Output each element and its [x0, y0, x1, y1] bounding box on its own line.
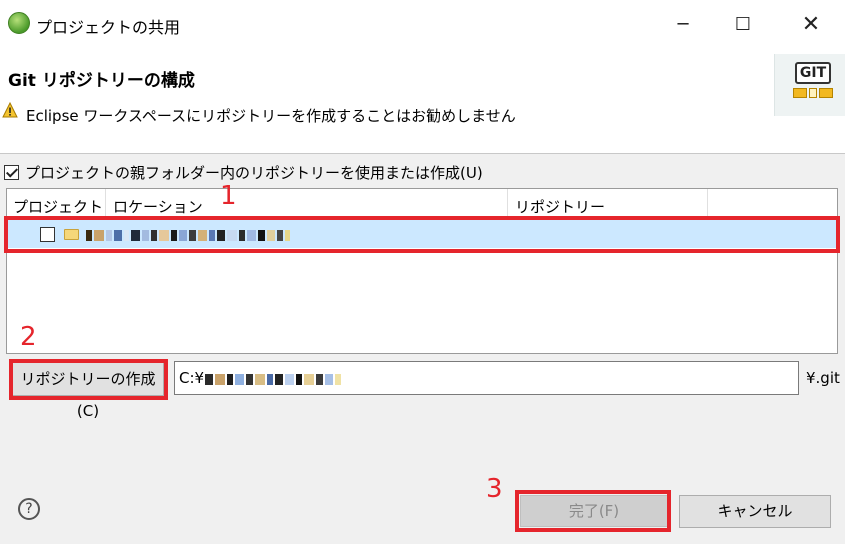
annotation-number-3: 3: [486, 474, 503, 504]
warning-icon: [2, 102, 18, 118]
git-logo-text: GIT: [795, 62, 831, 84]
table-header: プロジェクト ロケーション リポジトリー: [7, 189, 837, 217]
eclipse-icon: [8, 12, 30, 34]
title-bar: プロジェクトの共用 ─ ☐ ✕: [0, 0, 845, 50]
close-button[interactable]: ✕: [796, 10, 826, 40]
annotation-number-2: 2: [20, 322, 37, 352]
use-parent-folder-checkbox[interactable]: プロジェクトの親フォルダー内のリポジトリーを使用または作成(U): [4, 162, 483, 182]
git-suffix-label: ¥.git: [806, 369, 840, 387]
cancel-button[interactable]: キャンセル: [679, 495, 831, 528]
warning-message: Eclipse ワークスペースにリポジトリーを作成することはお勧めしません: [26, 107, 516, 125]
window-title: プロジェクトの共用: [36, 18, 181, 37]
column-header-repository[interactable]: リポジトリー: [515, 196, 605, 217]
column-header-location[interactable]: ロケーション: [113, 196, 203, 217]
highlight-box-table-row: [4, 216, 840, 253]
checkbox-label: プロジェクトの親フォルダー内のリポジトリーを使用または作成(U): [25, 163, 483, 182]
highlight-box-create-button: [9, 359, 168, 400]
help-icon[interactable]: ?: [18, 498, 40, 520]
minimize-button[interactable]: ─: [668, 10, 698, 40]
redacted-repository-path: [205, 374, 341, 385]
wizard-banner: Git リポジトリーの構成 Eclipse ワークスペースにリポジトリーを作成す…: [0, 50, 845, 154]
project-table[interactable]: プロジェクト ロケーション リポジトリー: [6, 188, 838, 354]
git-logo-icon: GIT: [774, 54, 845, 116]
page-title: Git リポジトリーの構成: [8, 71, 195, 91]
annotation-number-1: 1: [220, 181, 237, 211]
highlight-box-finish-button: [515, 490, 671, 532]
path-prefix: C:¥: [179, 369, 205, 387]
column-header-project[interactable]: プロジェクト: [13, 196, 103, 217]
repository-path-input[interactable]: C:¥: [174, 361, 799, 395]
maximize-button[interactable]: ☐: [728, 10, 758, 40]
checkbox[interactable]: [4, 164, 19, 180]
